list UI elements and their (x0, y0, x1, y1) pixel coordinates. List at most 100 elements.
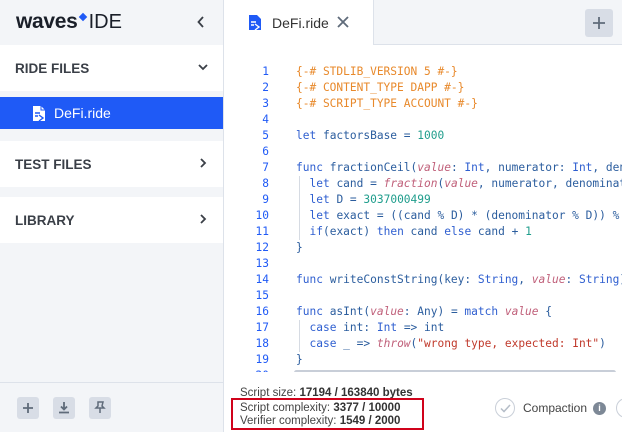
code-token: match (464, 305, 505, 318)
code-token: fraction (383, 177, 438, 190)
script-complexity-stat: Script complexity: 3377 / 10000 (240, 402, 400, 414)
verifier-complexity-value: 1549 / 2000 (339, 415, 401, 427)
line-number: 5 (262, 129, 269, 142)
line-number: 10 (255, 209, 269, 222)
code-token: func (296, 273, 330, 286)
code-line: 10 let exact = ((cand % D) * (denominato… (224, 208, 622, 224)
code-text: func writeConstString(key: String, value… (296, 272, 622, 288)
ride-file-icon (249, 15, 261, 31)
section-test-files[interactable]: TEST FILES (0, 141, 223, 187)
chevron-left-icon (197, 16, 204, 28)
code-line: 1 {-# STDLIB_VERSION 5 #-} (224, 64, 622, 80)
horizontal-scrollbar[interactable] (294, 370, 616, 372)
plus-icon (593, 17, 605, 29)
check-circle-button[interactable] (495, 398, 515, 418)
verifier-complexity-label: Verifier complexity: (240, 415, 340, 427)
code-line: 18 case _ => throw("wrong type, expected… (224, 336, 622, 352)
close-icon[interactable] (336, 15, 350, 29)
code-token: cand (410, 225, 445, 238)
line-number: 8 (262, 177, 269, 190)
chevron-down-icon (198, 64, 208, 71)
code-token: { (538, 305, 553, 318)
add-file-button[interactable] (17, 396, 39, 419)
line-number: 13 (255, 257, 269, 270)
line-number: 11 (255, 225, 269, 238)
line-number: 19 (255, 353, 269, 366)
code-text: {-# CONTENT_TYPE DAPP #-} (296, 80, 464, 96)
code-line: 6 (224, 144, 622, 160)
script-complexity-value: 3377 / 10000 (333, 402, 401, 414)
code-token: let (309, 177, 337, 190)
compaction-toggle[interactable] (616, 398, 622, 418)
section-library-label: LIBRARY (15, 212, 75, 228)
code-line: 11 if(exact) then cand else cand + 1 (224, 224, 622, 240)
code-text: case int: Int => int (296, 320, 444, 336)
code-token: func (296, 305, 330, 318)
code-token: value (504, 305, 539, 318)
code-text: {-# SCRIPT_TYPE ACCOUNT #-} (296, 96, 478, 112)
code-token: case (309, 337, 344, 350)
code-token: : (450, 161, 465, 174)
code-line: 14 func writeConstString(key: String, val… (224, 272, 622, 288)
code-token: : Any) = (403, 305, 465, 318)
code-token: throw (376, 337, 411, 350)
code-token: ) (599, 337, 606, 350)
code-token: , deno (592, 161, 622, 174)
code-token: String (578, 273, 620, 286)
line-number: 9 (262, 193, 269, 206)
code-line: 5 let factorsBase = 1000 (224, 128, 622, 144)
code-line: 15 (224, 288, 622, 304)
section-library[interactable]: LIBRARY (0, 197, 223, 243)
code-token: cand = (336, 177, 384, 190)
code-token: cand + (477, 225, 526, 238)
pin-button[interactable] (89, 396, 111, 419)
code-token: let (309, 193, 337, 206)
code-token: if (309, 225, 323, 238)
line-number: 17 (255, 321, 269, 334)
info-icon[interactable]: i (593, 401, 607, 415)
code-token: case (309, 321, 344, 334)
logo-diamond-icon (78, 12, 87, 21)
code-token: , numerator: (484, 161, 573, 174)
code-token: Int (376, 321, 398, 334)
script-complexity-label: Script complexity: (240, 402, 334, 414)
code-token: let (296, 129, 323, 142)
code-token: else (444, 225, 478, 238)
plus-icon (23, 402, 33, 413)
pin-icon (94, 401, 106, 413)
line-number: 15 (255, 289, 269, 302)
collapse-sidebar-button[interactable] (192, 12, 210, 32)
section-ride-files[interactable]: RIDE FILES (0, 45, 223, 91)
tab-defi[interactable]: DeFi.ride (224, 0, 374, 45)
file-item-defi[interactable]: DeFi.ride (0, 97, 223, 129)
code-line: 4 (224, 112, 622, 128)
file-item-label: DeFi.ride (54, 105, 111, 121)
chevron-right-icon (200, 158, 207, 168)
sidebar-footer (0, 382, 223, 432)
code-text: let D = 3037000499 (296, 192, 430, 208)
line-number: 12 (255, 241, 269, 254)
new-tab-button[interactable] (585, 9, 613, 37)
code-token: let (309, 209, 337, 222)
code-token: value (531, 273, 566, 286)
code-token: value (370, 305, 404, 318)
code-text: } (296, 240, 303, 256)
code-token: {-# CONTENT_TYPE DAPP #-} (296, 81, 465, 94)
check-circle-icon (499, 403, 511, 413)
download-button[interactable] (53, 396, 75, 419)
code-token: 1 (525, 225, 532, 238)
code-token: D = (336, 193, 364, 206)
code-line: 2 {-# CONTENT_TYPE DAPP #-} (224, 80, 622, 96)
code-editor[interactable]: 1 {-# STDLIB_VERSION 5 #-} 2 {-# CONTENT_TY… (224, 46, 622, 372)
code-line: 3 {-# SCRIPT_TYPE ACCOUNT #-} (224, 96, 622, 112)
line-number: 16 (255, 305, 269, 318)
section-ride-files-label: RIDE FILES (15, 60, 90, 76)
code-token: => int (397, 321, 445, 334)
code-text: let factorsBase = 1000 (296, 128, 444, 144)
code-token: , numerator, denominato (477, 177, 622, 190)
code-line: 8 let cand = fraction(value, numerator, … (224, 176, 622, 192)
code-line: 16 func asInt(value: Any) = match value { (224, 304, 622, 320)
sidebar: waves IDE RIDE FILES DeFi.ride TEST FILE… (0, 0, 224, 432)
